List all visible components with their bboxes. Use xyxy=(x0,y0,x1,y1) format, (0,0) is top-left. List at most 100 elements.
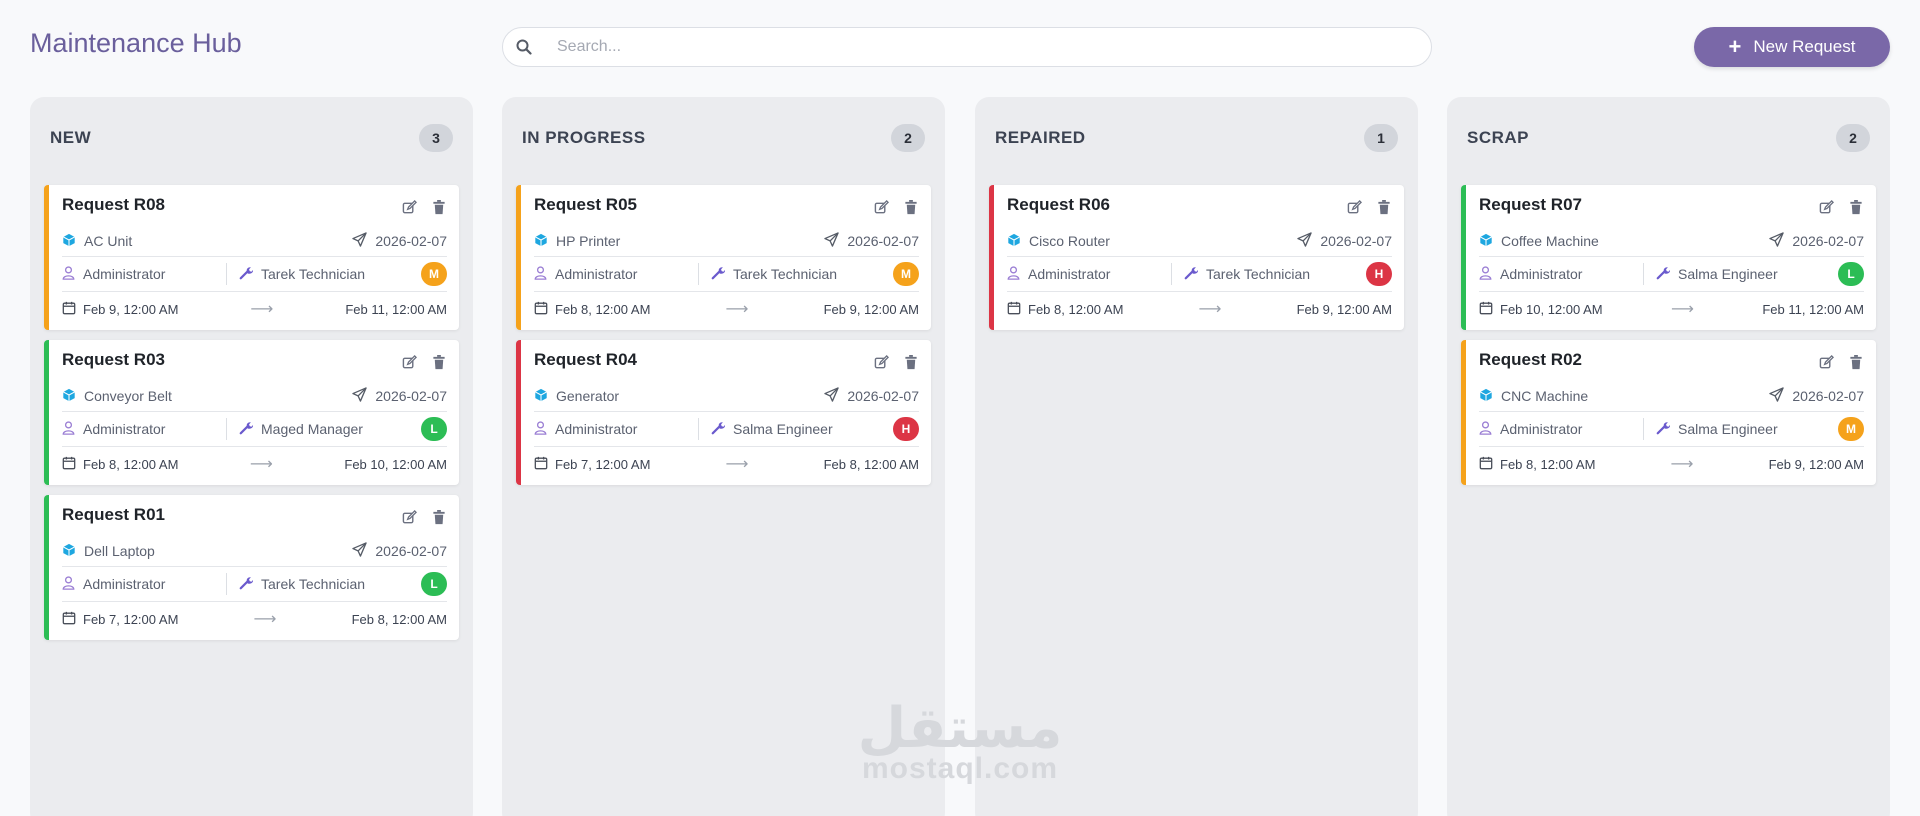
calendar-icon xyxy=(1007,301,1021,318)
request-date: 2026-02-07 xyxy=(1792,233,1864,249)
request-card[interactable]: Request R02 CNC Machine 2026-02-07 Admin… xyxy=(1461,340,1876,485)
trash-icon[interactable] xyxy=(903,199,919,215)
equipment-name: Cisco Router xyxy=(1029,233,1110,249)
technician-name: Tarek Technician xyxy=(1206,266,1311,282)
app-header: Maintenance Hub + New Request xyxy=(0,0,1920,92)
user-icon xyxy=(1479,265,1492,283)
priority-badge: H xyxy=(893,417,919,441)
start-date: Feb 7, 12:00 AM xyxy=(555,456,651,472)
divider xyxy=(534,291,919,292)
request-title: Request R08 xyxy=(62,195,165,214)
equipment-name: Dell Laptop xyxy=(84,543,155,559)
search-icon xyxy=(503,39,545,55)
wrench-icon xyxy=(711,421,726,438)
paper-plane-icon xyxy=(352,387,368,405)
arrow-right-icon: ⟶ xyxy=(253,611,277,628)
column-title: NEW xyxy=(50,128,92,147)
divider xyxy=(62,411,447,412)
watermark-arabic: مستقل xyxy=(857,696,1063,759)
request-date: 2026-02-07 xyxy=(375,233,447,249)
watermark: مستقل mostaql.com xyxy=(852,700,1068,786)
creator-name: Administrator xyxy=(83,576,166,592)
column-count-badge: 2 xyxy=(1836,124,1870,152)
edit-icon[interactable] xyxy=(873,199,889,215)
technician-name: Tarek Technician xyxy=(261,576,366,592)
end-date: Feb 9, 12:00 AM xyxy=(1768,456,1864,472)
trash-icon[interactable] xyxy=(1848,354,1864,370)
trash-icon[interactable] xyxy=(1848,199,1864,215)
user-icon xyxy=(534,265,547,283)
priority-badge: M xyxy=(893,262,919,286)
user-icon xyxy=(1007,265,1020,283)
new-request-button[interactable]: + New Request xyxy=(1694,27,1890,67)
start-date: Feb 7, 12:00 AM xyxy=(83,611,179,627)
end-date: Feb 8, 12:00 AM xyxy=(823,456,919,472)
request-card[interactable]: Request R08 AC Unit 2026-02-07 Administr… xyxy=(44,185,459,330)
edit-icon[interactable] xyxy=(401,509,417,525)
user-icon xyxy=(62,575,75,593)
request-card[interactable]: Request R04 Generator 2026-02-07 Adminis… xyxy=(516,340,931,485)
cube-icon xyxy=(1479,233,1493,250)
card-list: Request R08 AC Unit 2026-02-07 Administr… xyxy=(44,185,459,650)
user-icon xyxy=(534,420,547,438)
creator-name: Administrator xyxy=(83,421,166,437)
edit-icon[interactable] xyxy=(1346,199,1362,215)
cube-icon xyxy=(1007,233,1021,250)
column-scrap: SCRAP 2 Request R07 Coffee Machine 2026-… xyxy=(1447,97,1890,816)
cube-icon xyxy=(62,233,76,250)
divider xyxy=(534,411,919,412)
edit-icon[interactable] xyxy=(1818,354,1834,370)
edit-icon[interactable] xyxy=(401,199,417,215)
search-input[interactable] xyxy=(545,38,1431,56)
request-card[interactable]: Request R03 Conveyor Belt 2026-02-07 Adm… xyxy=(44,340,459,485)
arrow-right-icon: ⟶ xyxy=(1670,456,1694,473)
wrench-icon xyxy=(1184,266,1199,283)
request-date: 2026-02-07 xyxy=(1792,388,1864,404)
wrench-icon xyxy=(1656,266,1671,283)
start-date: Feb 10, 12:00 AM xyxy=(1500,301,1603,317)
divider xyxy=(1479,411,1864,412)
trash-icon[interactable] xyxy=(431,354,447,370)
edit-icon[interactable] xyxy=(401,354,417,370)
arrow-right-icon: ⟶ xyxy=(725,301,749,318)
user-icon xyxy=(1479,420,1492,438)
creator-name: Administrator xyxy=(555,421,638,437)
column-title: SCRAP xyxy=(1467,128,1530,147)
cube-icon xyxy=(1479,388,1493,405)
start-date: Feb 8, 12:00 AM xyxy=(1500,456,1596,472)
end-date: Feb 8, 12:00 AM xyxy=(351,611,447,627)
new-request-label: New Request xyxy=(1753,37,1856,56)
paper-plane-icon xyxy=(1769,387,1785,405)
request-title: Request R04 xyxy=(534,350,637,369)
request-title: Request R05 xyxy=(534,195,637,214)
search-bar[interactable] xyxy=(502,27,1432,67)
priority-badge: L xyxy=(1838,262,1864,286)
trash-icon[interactable] xyxy=(431,199,447,215)
request-date: 2026-02-07 xyxy=(375,388,447,404)
divider xyxy=(62,601,447,602)
wrench-icon xyxy=(239,421,254,438)
wrench-icon xyxy=(711,266,726,283)
calendar-icon xyxy=(534,301,548,318)
column-title: REPAIRED xyxy=(995,128,1086,147)
equipment-name: CNC Machine xyxy=(1501,388,1589,404)
user-icon xyxy=(62,420,75,438)
equipment-name: AC Unit xyxy=(84,233,133,249)
trash-icon[interactable] xyxy=(1376,199,1392,215)
cube-icon xyxy=(534,388,548,405)
request-card[interactable]: Request R01 Dell Laptop 2026-02-07 Admin… xyxy=(44,495,459,640)
request-card[interactable]: Request R06 Cisco Router 2026-02-07 Admi… xyxy=(989,185,1404,330)
wrench-icon xyxy=(239,266,254,283)
trash-icon[interactable] xyxy=(903,354,919,370)
request-card[interactable]: Request R07 Coffee Machine 2026-02-07 Ad… xyxy=(1461,185,1876,330)
edit-icon[interactable] xyxy=(1818,199,1834,215)
paper-plane-icon xyxy=(352,232,368,250)
divider xyxy=(1479,256,1864,257)
edit-icon[interactable] xyxy=(873,354,889,370)
request-title: Request R06 xyxy=(1007,195,1110,214)
column-count-badge: 3 xyxy=(419,124,453,152)
creator-name: Administrator xyxy=(1500,266,1583,282)
request-card[interactable]: Request R05 HP Printer 2026-02-07 Admini… xyxy=(516,185,931,330)
technician-name: Tarek Technician xyxy=(733,266,838,282)
trash-icon[interactable] xyxy=(431,509,447,525)
